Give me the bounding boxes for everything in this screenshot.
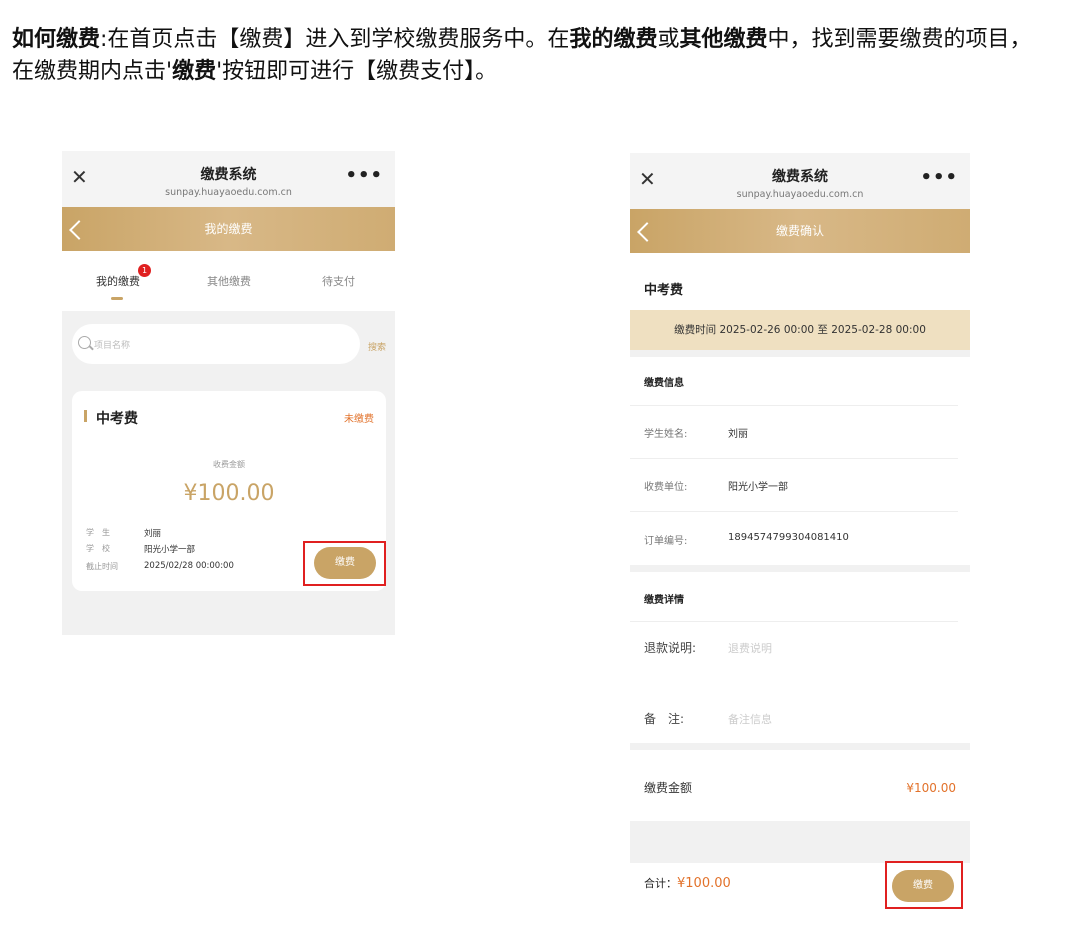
payment-period-banner: 缴费时间 2025-02-26 00:00 至 2025-02-28 00:00 (630, 310, 970, 350)
phone-screen-payment-confirm: ✕ 缴费系统 sunpay.huayaoedu.com.cn ••• 缴费确认 … (630, 153, 970, 913)
instruction-heading: 如何缴费 (12, 27, 101, 52)
school-label: 学 校 (86, 544, 110, 553)
fee-name: 中考费 (644, 283, 684, 298)
highlight-box-pay-button (885, 861, 963, 909)
tab-bar: 我的缴费 1 其他缴费 待支付 (62, 251, 395, 311)
nav-bar: 缴费确认 (630, 209, 970, 253)
tab-pending-payment[interactable]: 待支付 (322, 273, 355, 289)
deadline-label: 截止时间 (86, 562, 118, 571)
more-icon[interactable]: ••• (920, 167, 958, 188)
payee-label: 收费单位: (644, 482, 688, 493)
student-label: 学 生 (86, 528, 110, 537)
instruction-bold-other-payment: 其他缴费 (679, 27, 768, 52)
footer-gap (630, 821, 970, 863)
nav-title: 缴费确认 (775, 224, 824, 238)
total-label: 合计： (644, 877, 677, 890)
instruction-part: 中，找到需要缴费的项目， (767, 27, 1032, 52)
instruction-part: 在缴费期内点击' (12, 59, 173, 84)
card-accent-bar (84, 410, 87, 422)
app-title: 缴费系统 (772, 169, 828, 185)
student-name-label: 学生姓名: (644, 429, 688, 440)
order-number-label: 订单编号: (644, 536, 688, 547)
title-bar: ✕ 缴费系统 sunpay.huayaoedu.com.cn ••• (630, 153, 970, 209)
tab-active-indicator (111, 297, 123, 300)
school-value: 阳光小学一部 (144, 545, 196, 555)
instruction-part: :在首页点击【缴费】进入到学校缴费服务中。在 (100, 27, 570, 52)
divider (630, 621, 958, 622)
status-badge: 未缴费 (344, 414, 374, 425)
total-value: ¥100.00 (677, 876, 731, 891)
remark-label: 备 注: (644, 712, 685, 726)
instruction-part: 或 (657, 27, 680, 52)
total-row: 合计：¥100.00 (644, 875, 731, 891)
divider (630, 458, 958, 459)
refund-label: 退款说明: (644, 641, 697, 655)
tab-other-payments[interactable]: 其他缴费 (207, 273, 251, 289)
deadline-value: 2025/02/28 00:00:00 (144, 561, 234, 571)
nav-bar: 我的缴费 (62, 207, 395, 251)
highlight-box-pay-button (303, 541, 386, 586)
info-section-title: 缴费信息 (644, 378, 684, 389)
section-gap (630, 350, 970, 357)
student-value: 刘丽 (144, 529, 162, 539)
amount-label: 收费金额 (213, 460, 245, 469)
tab-my-payments[interactable]: 我的缴费 (96, 273, 140, 289)
amount-value: ¥100.00 (906, 781, 956, 795)
refund-input[interactable]: 退费说明 (728, 640, 772, 656)
payee-value: 阳光小学一部 (728, 482, 788, 493)
search-input[interactable]: 项目名称 (72, 324, 360, 364)
title-bar: ✕ 缴费系统 sunpay.huayaoedu.com.cn ••• (62, 151, 395, 207)
app-url: sunpay.huayaoedu.com.cn (736, 189, 864, 200)
instruction-bold-my-payment: 我的缴费 (569, 27, 658, 52)
app-url: sunpay.huayaoedu.com.cn (165, 187, 292, 198)
student-name-value: 刘丽 (728, 429, 748, 440)
divider (630, 405, 958, 406)
instruction-text: 如何缴费:在首页点击【缴费】进入到学校缴费服务中。在我的缴费或其他缴费中，找到需… (12, 24, 1072, 88)
section-gap (630, 565, 970, 572)
detail-section-title: 缴费详情 (644, 595, 684, 606)
search-placeholder: 项目名称 (94, 341, 131, 351)
order-number-value: 1894574799304081410 (728, 532, 849, 543)
search-icon (78, 336, 91, 349)
fee-name: 中考费 (96, 411, 138, 427)
divider (630, 511, 958, 512)
amount-value: ¥100.00 (183, 481, 275, 506)
more-icon[interactable]: ••• (345, 165, 383, 186)
search-button[interactable]: 搜索 (368, 340, 386, 353)
instruction-bold-pay: 缴费 (172, 59, 217, 84)
instruction-part: '按钮即可进行【缴费支付】。 (216, 59, 498, 84)
nav-title: 我的缴费 (204, 222, 253, 236)
notification-badge: 1 (138, 264, 151, 277)
amount-label: 缴费金额 (644, 781, 693, 795)
remark-input[interactable]: 备注信息 (728, 711, 772, 727)
section-gap (630, 743, 970, 750)
